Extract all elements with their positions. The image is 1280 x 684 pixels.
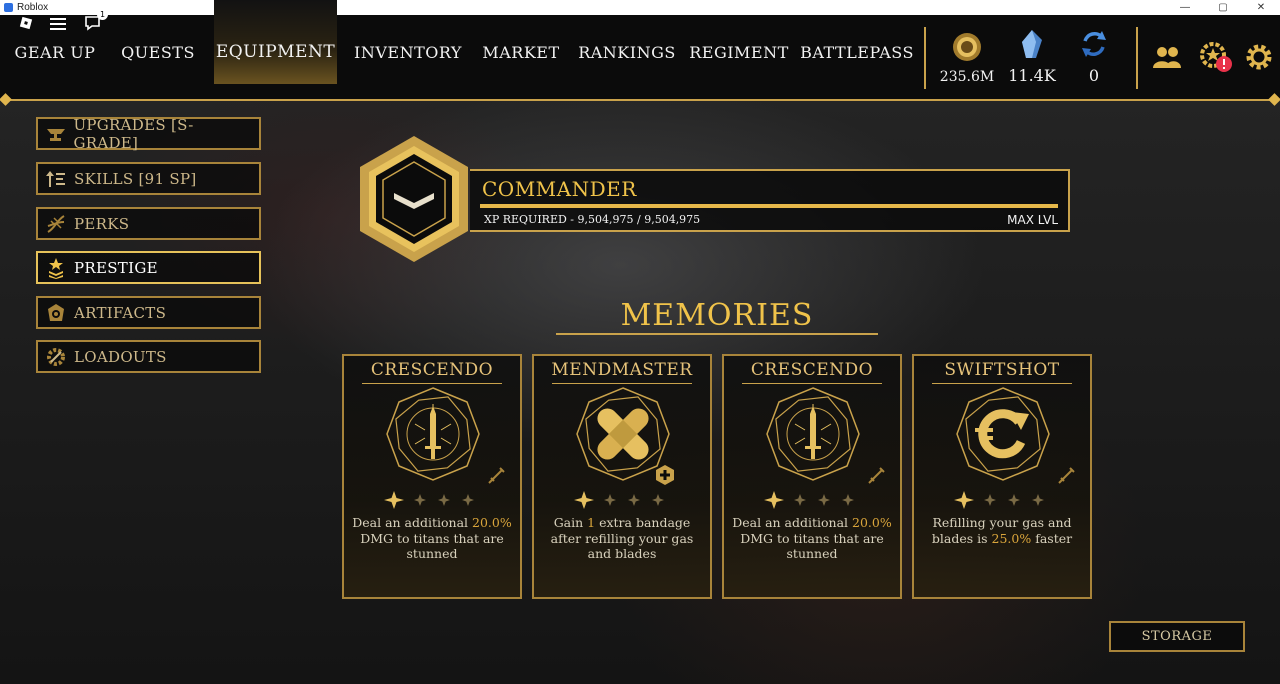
sidebar-item-label: SKILLS [91 SP] (74, 169, 197, 188)
desc-text: faster (1031, 530, 1073, 546)
memory-card-mendmaster[interactable]: MENDMASTER Gain 1 extra bandage after re… (532, 354, 712, 599)
memory-card-title: MENDMASTER (551, 360, 693, 380)
alert-badge-icon (1216, 56, 1232, 72)
sword-tier-icon (868, 467, 885, 484)
minimize-button[interactable]: — (1166, 0, 1204, 15)
tab-inventory[interactable]: INVENTORY (354, 0, 461, 84)
gold-coin-icon (953, 33, 981, 61)
sidebar-item-label: PRESTIGE (74, 258, 158, 277)
memory-card-description: Deal an additional 20.0% DMG to titans t… (350, 515, 514, 562)
memory-card-title: CRESCENDO (750, 360, 874, 380)
sidebar-item-perks[interactable]: PERKS (36, 207, 261, 240)
star-rating (534, 490, 710, 514)
currency-crystal: 11.4K (1006, 15, 1058, 99)
tab-quests[interactable]: QUESTS (118, 0, 198, 84)
memory-card-crescendo-1[interactable]: CRESCENDO Deal an additional 20.0% DMG t… (342, 354, 522, 599)
rank-panel: COMMANDER XP REQUIRED - 9,504,975 / 9,50… (470, 169, 1070, 232)
star-rating (724, 490, 900, 514)
refresh-token-icon (1082, 31, 1106, 57)
tab-battlepass[interactable]: BATTLEPASS (800, 0, 913, 84)
xp-required-text: XP REQUIRED - 9,504,975 / 9,504,975 (484, 213, 701, 226)
sidebar-item-skills[interactable]: SKILLS [91 SP] (36, 162, 261, 195)
xp-progress-bar (480, 204, 1058, 208)
storage-button[interactable]: STORAGE (1109, 621, 1245, 652)
anvil-icon (44, 122, 67, 146)
desc-highlight: 1 (587, 515, 596, 530)
memory-card-description: Refilling your gas and blades is 25.0% f… (920, 515, 1084, 546)
star-rating (344, 490, 520, 514)
sword-tier-icon (488, 467, 505, 484)
sword-star-icon (766, 387, 860, 481)
memory-card-title: CRESCENDO (370, 360, 494, 380)
sidebar-item-label: UPGRADES [S- GRADE] (73, 115, 194, 152)
desc-highlight: 20.0% (852, 515, 892, 530)
memories-underline (556, 333, 878, 335)
loadout-gear-icon (44, 345, 68, 369)
tab-equipment[interactable]: EQUIPMENT (214, 0, 337, 84)
memory-card-description: Deal an additional 20.0% DMG to titans t… (730, 515, 894, 562)
sidebar-item-label: LOADOUTS (74, 347, 167, 366)
memory-card-swiftshot[interactable]: SWIFTSHOT Refilling your gas and blades … (912, 354, 1092, 599)
currency-separator-right (1136, 27, 1138, 89)
sidebar-item-label: PERKS (74, 214, 130, 233)
max-level-label: MAX LVL (1007, 213, 1058, 227)
tab-regiment[interactable]: REGIMENT (689, 0, 788, 84)
tab-market[interactable]: MARKET (480, 0, 562, 84)
desc-text: Gain (553, 515, 588, 530)
top-bar-divider (6, 99, 1274, 101)
currency-gold: 235.6M (940, 15, 994, 99)
desc-highlight: 20.0% (472, 515, 512, 530)
memories-title: MEMORIES (620, 298, 814, 333)
rank-emblem-icon (360, 136, 468, 262)
friends-icon[interactable] (1152, 44, 1182, 70)
crystal-amount: 11.4K (1008, 66, 1056, 85)
tab-rankings[interactable]: RANKINGS (578, 0, 676, 84)
chat-notification-badge: 1 (97, 9, 108, 20)
memory-card-title: SWIFTSHOT (944, 360, 1060, 380)
dna-icon (44, 212, 68, 236)
desc-text: DMG to titans that are stunned (360, 530, 504, 562)
star-rating (914, 490, 1090, 514)
sword-star-icon (386, 387, 480, 481)
desc-highlight: 25.0% (991, 530, 1032, 546)
skills-icon (44, 167, 68, 191)
sidebar-item-artifacts[interactable]: ARTIFACTS (36, 296, 261, 329)
desc-text: Deal an additional (732, 515, 853, 530)
sidebar-item-label: ARTIFACTS (74, 303, 167, 322)
swift-refill-icon (956, 387, 1050, 481)
plus-badge-icon (656, 465, 674, 485)
close-button[interactable]: ✕ (1242, 0, 1280, 15)
tab-gear-up[interactable]: GEAR UP (12, 0, 98, 84)
settings-icon[interactable] (1244, 42, 1274, 72)
refresh-amount: 0 (1088, 66, 1100, 85)
artifact-icon (44, 301, 68, 325)
currency-refresh: 0 (1074, 15, 1114, 99)
sidebar-item-upgrades[interactable]: UPGRADES [S- GRADE] (36, 115, 261, 152)
memory-card-crescendo-2[interactable]: CRESCENDO Deal an additional 20.0% DMG t… (722, 354, 902, 599)
sword-tier-icon (1058, 467, 1075, 484)
desc-text: Deal an additional (352, 515, 473, 530)
crystal-icon (1022, 30, 1042, 58)
desc-text: DMG to titans that are stunned (740, 530, 884, 562)
gold-amount: 235.6M (939, 69, 995, 85)
rank-title: COMMANDER (482, 177, 637, 201)
prestige-icon (44, 256, 68, 280)
currency-separator-left (924, 27, 926, 89)
memory-card-description: Gain 1 extra bandage after refilling you… (540, 515, 704, 562)
sidebar-item-prestige[interactable]: PRESTIGE (36, 251, 261, 284)
maximize-button[interactable]: ▢ (1204, 0, 1242, 15)
achievements-button[interactable] (1198, 40, 1232, 74)
sidebar-item-loadouts[interactable]: LOADOUTS (36, 340, 261, 373)
